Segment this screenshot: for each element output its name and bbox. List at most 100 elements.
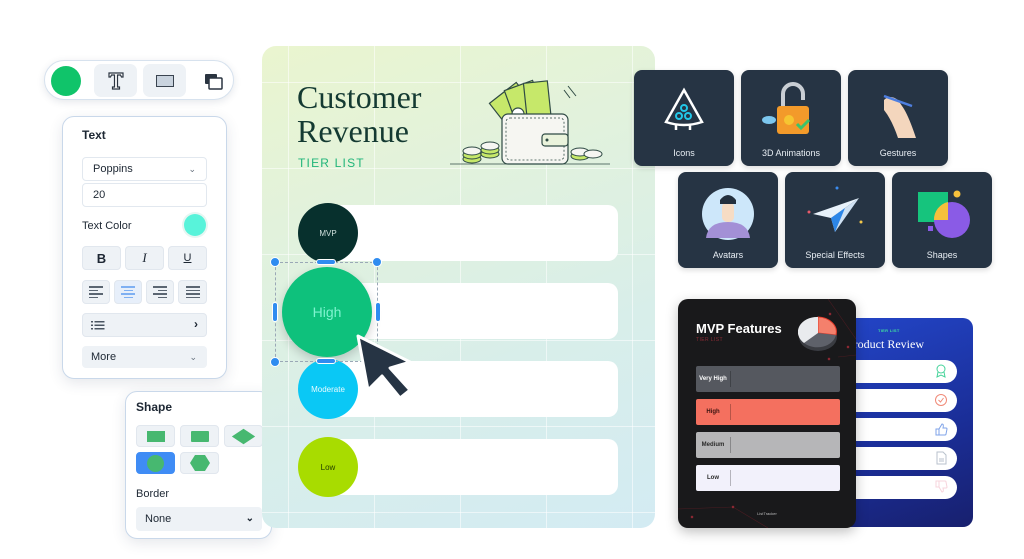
- text-color-swatch[interactable]: [184, 214, 206, 236]
- bullet-list-icon: [91, 321, 105, 330]
- resize-handle-top-right[interactable]: [372, 257, 382, 267]
- align-center-button[interactable]: [114, 280, 142, 304]
- font-size-input[interactable]: 20: [82, 183, 207, 207]
- shape-hexagon-button[interactable]: [180, 452, 219, 474]
- review-subtitle: TIER LIST: [878, 328, 900, 333]
- align-justify-icon: [185, 286, 200, 298]
- mvp-subtitle: TIER LIST: [696, 337, 723, 343]
- list-style-button[interactable]: ›: [82, 313, 207, 337]
- mvp-tier-row[interactable]: Low: [696, 465, 840, 491]
- asset-tile-3d-animations[interactable]: 3D Animations: [741, 70, 841, 166]
- bold-icon: B: [96, 250, 107, 266]
- card-subtitle: TIER LIST: [298, 156, 365, 170]
- mouse-pointer-icon: [356, 334, 412, 400]
- text-properties-panel: Text Poppins ⌄ 20 Text Color B I U › Mor…: [62, 116, 227, 379]
- layers-icon[interactable]: [203, 72, 225, 92]
- shape-rectangle-button[interactable]: [136, 425, 175, 447]
- tier-label: Low: [320, 462, 336, 472]
- resize-handle-bottom[interactable]: [316, 358, 336, 364]
- fill-color-swatch[interactable]: [51, 66, 81, 96]
- divider: [730, 404, 731, 420]
- mvp-features-card[interactable]: MVP Features TIER LIST Very High High Me…: [678, 299, 856, 528]
- asset-tile-icons[interactable]: Icons: [634, 70, 734, 166]
- check-circle-icon: [935, 394, 947, 406]
- more-label: More: [91, 351, 117, 363]
- rectangle-icon: [146, 430, 165, 442]
- text-tool-button[interactable]: [94, 64, 137, 97]
- divider: [730, 371, 731, 387]
- mvp-tier-row[interactable]: Medium: [696, 432, 840, 458]
- thumbs-up-icon: [935, 423, 948, 436]
- hexagon-icon: [189, 455, 210, 471]
- resize-handle-bottom-left[interactable]: [270, 357, 280, 367]
- font-size-value: 20: [93, 189, 106, 201]
- mvp-title: MVP Features: [696, 321, 782, 336]
- text-color-label: Text Color: [82, 220, 132, 232]
- mvp-tier-row[interactable]: High: [696, 399, 840, 425]
- shape-circle-button[interactable]: [136, 452, 175, 474]
- card-title-line2: Revenue: [297, 113, 409, 149]
- tier-badge-mvp[interactable]: MVP: [298, 203, 358, 263]
- rounded-rectangle-icon: [190, 430, 209, 442]
- align-right-button[interactable]: [146, 280, 174, 304]
- underline-icon: U: [183, 252, 192, 264]
- tile-label: Icons: [673, 148, 695, 158]
- tier-badge-low[interactable]: Low: [298, 437, 358, 497]
- bold-button[interactable]: B: [82, 246, 121, 270]
- chevron-down-icon: ⌄: [188, 164, 196, 174]
- circle-icon: [147, 454, 164, 472]
- border-value: None: [145, 513, 172, 525]
- asset-tile-gestures[interactable]: Gestures: [848, 70, 948, 166]
- tile-label: Avatars: [712, 250, 744, 260]
- tier-badge-moderate[interactable]: Moderate: [298, 359, 358, 419]
- tier-row-low[interactable]: [332, 439, 618, 495]
- avatar-person-icon: [702, 188, 754, 240]
- card-title: Customer Revenue: [297, 80, 421, 148]
- mvp-tier-row[interactable]: Very High: [696, 366, 840, 392]
- wallet-illustration: [450, 79, 610, 165]
- underline-button[interactable]: U: [168, 246, 207, 270]
- tier-label: Moderate: [311, 384, 345, 394]
- document-icon: [936, 451, 947, 465]
- mvp-tier-label: Very High: [699, 376, 727, 382]
- align-justify-button[interactable]: [178, 280, 207, 304]
- chevron-down-icon: ⌄: [245, 513, 254, 524]
- align-center-icon: [121, 286, 135, 298]
- rectangle-tool-icon: [155, 74, 174, 87]
- logo-text: ListTracker: [757, 511, 777, 516]
- resize-handle-right[interactable]: [375, 302, 381, 322]
- tile-label: Shapes: [926, 250, 958, 260]
- font-family-select[interactable]: Poppins ⌄: [82, 157, 207, 181]
- more-options-button[interactable]: More ⌄: [82, 346, 207, 368]
- paper-plane-icon: [807, 186, 863, 232]
- divider: [730, 437, 731, 453]
- pie-chart-3d-icon: [798, 316, 837, 351]
- align-left-button[interactable]: [82, 280, 110, 304]
- italic-button[interactable]: I: [125, 246, 164, 270]
- resize-handle-top[interactable]: [316, 259, 336, 265]
- tier-label: MVP: [319, 228, 337, 238]
- resize-handle-left[interactable]: [272, 302, 278, 322]
- listtracker-logo: ListTracker: [678, 511, 856, 516]
- resize-handle-top-left[interactable]: [270, 257, 280, 267]
- mvp-tier-label: Medium: [701, 442, 725, 448]
- chevron-down-icon: ⌄: [189, 352, 197, 362]
- mvp-tier-label: Low: [707, 475, 719, 481]
- shape-diamond-button[interactable]: [224, 425, 263, 447]
- align-right-icon: [153, 286, 167, 298]
- tile-label: 3D Animations: [761, 148, 821, 158]
- shape-rounded-rectangle-button[interactable]: [180, 425, 219, 447]
- thumbs-down-icon: [935, 480, 948, 493]
- italic-icon: I: [142, 250, 147, 265]
- rectangle-tool-button[interactable]: [143, 64, 186, 97]
- align-left-icon: [89, 286, 103, 298]
- tile-label: Special Effects: [805, 250, 865, 260]
- tier-row-mvp[interactable]: [332, 205, 618, 261]
- border-label: Border: [136, 488, 170, 500]
- hand-writing-icon: [883, 94, 916, 138]
- asset-tile-avatars[interactable]: Avatars: [678, 172, 778, 268]
- border-select[interactable]: None ⌄: [136, 507, 262, 531]
- asset-tile-shapes[interactable]: Shapes: [892, 172, 992, 268]
- asset-tile-special-effects[interactable]: Special Effects: [785, 172, 885, 268]
- shape-panel-title: Shape: [136, 400, 173, 414]
